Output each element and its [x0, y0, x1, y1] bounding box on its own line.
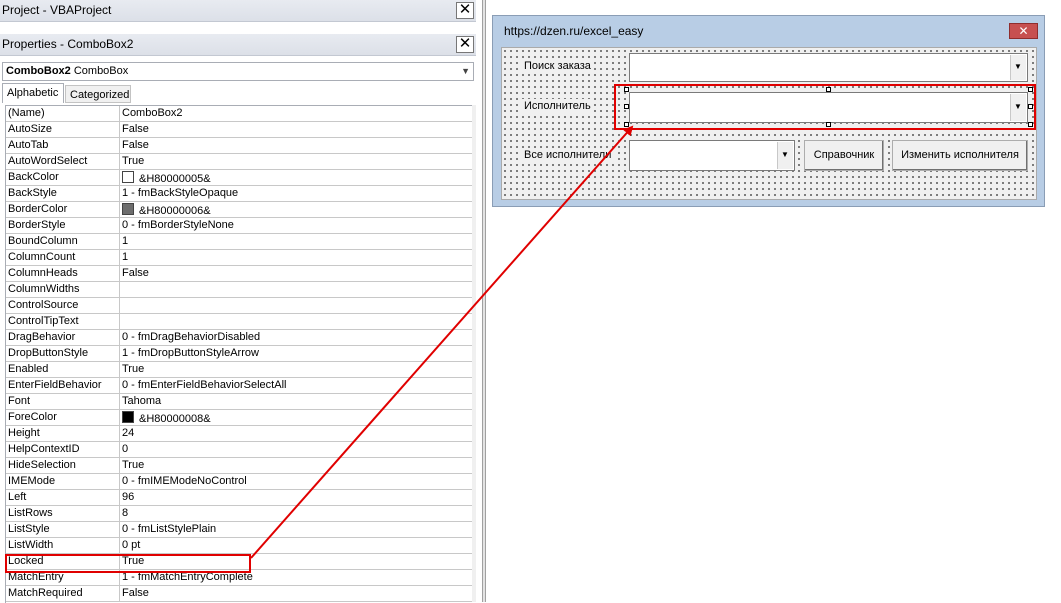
arrow-line — [250, 125, 634, 559]
annotation-arrow — [250, 125, 634, 559]
